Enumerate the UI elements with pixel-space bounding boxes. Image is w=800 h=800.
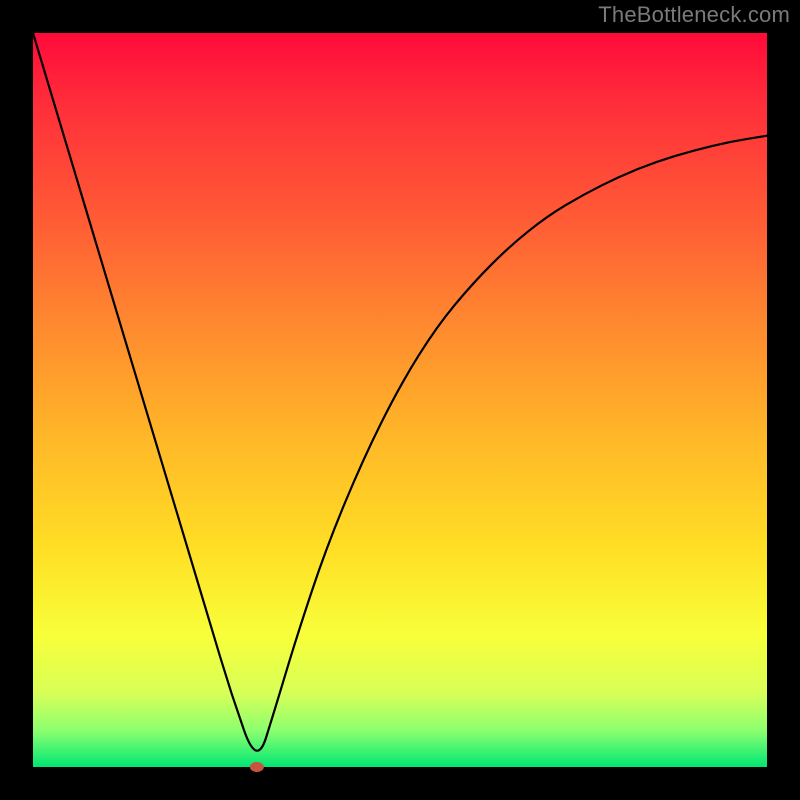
minimum-marker <box>250 762 264 772</box>
watermark-text: TheBottleneck.com <box>598 2 790 28</box>
chart-frame: TheBottleneck.com <box>0 0 800 800</box>
curve-layer <box>33 33 767 767</box>
plot-area <box>33 33 767 767</box>
bottleneck-curve <box>33 33 767 751</box>
